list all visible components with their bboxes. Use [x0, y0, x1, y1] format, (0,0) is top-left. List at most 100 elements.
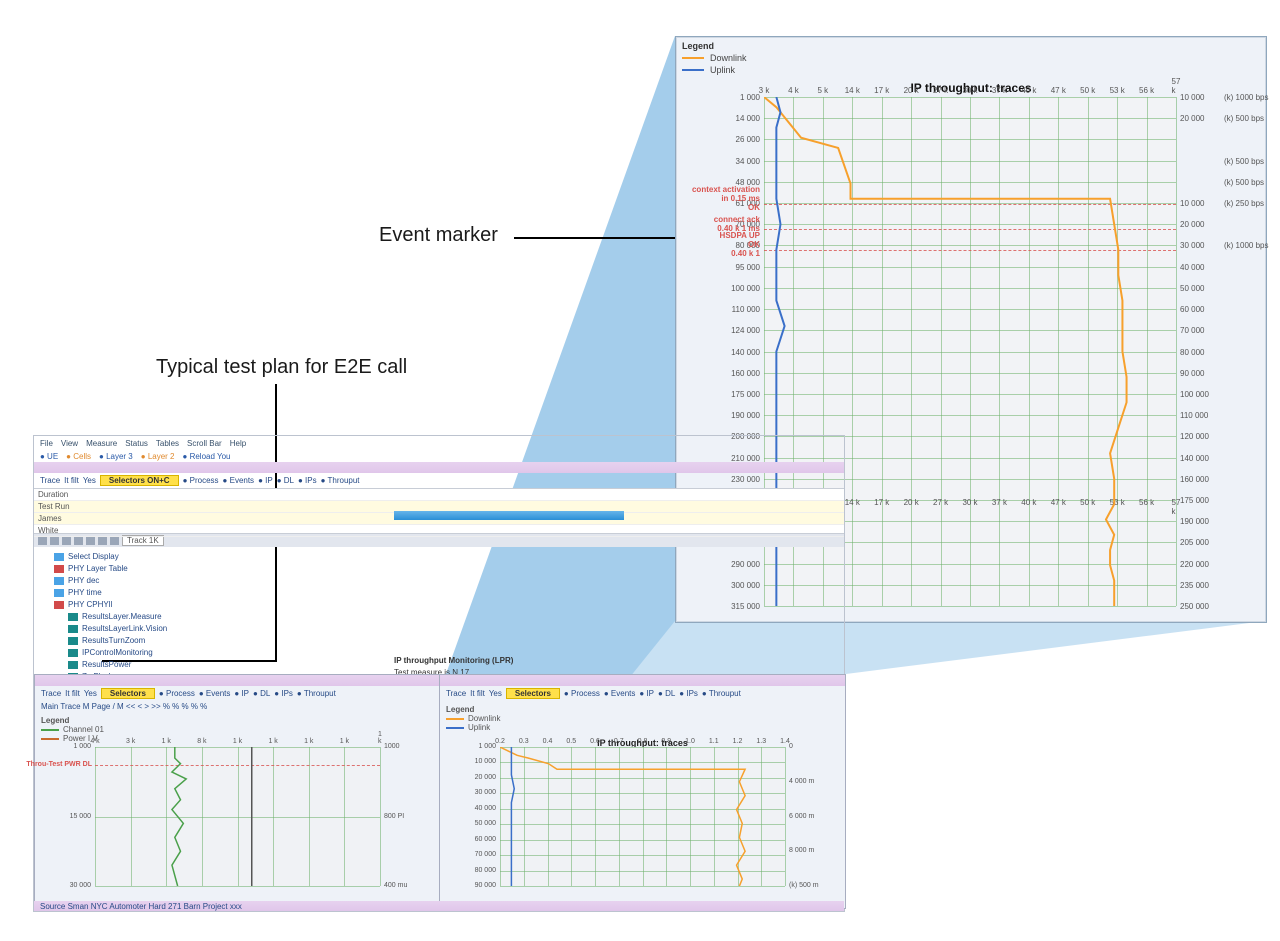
tree-item[interactable]: ResultsTurnZoom — [68, 635, 838, 647]
tree-item[interactable]: PHY Layer Table — [54, 563, 838, 575]
toolbar-label[interactable]: ● Layer 3 — [99, 452, 133, 461]
tree-item[interactable]: ResultsLayer.Measure — [68, 611, 838, 623]
filter-chip[interactable]: ● Process — [159, 689, 195, 698]
filter-label: Yes — [84, 689, 97, 698]
filter-chip[interactable]: ● IP — [639, 689, 654, 698]
tool-icon[interactable] — [62, 536, 71, 545]
axis-unit-label: (k) 1000 bps — [1224, 241, 1268, 250]
filter-bar[interactable]: TraceIt filtYesSelectors ON+C● Process● … — [34, 473, 844, 488]
tree-item[interactable]: Select Display — [54, 551, 838, 563]
tree-item[interactable]: PHY time — [54, 587, 838, 599]
x-tick-top: 5 k — [818, 86, 829, 95]
y-tick-right: 90 000 — [1176, 369, 1264, 378]
menu-item[interactable]: Help — [230, 439, 246, 448]
tree-item[interactable]: ResultsLayerLink.Vision — [68, 623, 838, 635]
y-tick-left: 190 000 — [676, 411, 764, 420]
toolbar-label[interactable]: ● Cells — [66, 452, 91, 461]
filter-chip[interactable]: ● Throuput — [297, 689, 336, 698]
gantt-bar[interactable] — [394, 511, 624, 520]
legend-title: Legend — [682, 41, 714, 51]
y-tick-right: 50 000 — [1176, 284, 1264, 293]
menubar[interactable]: File View Measure Status Tables Scroll Bar Hel… — [34, 436, 844, 451]
filter-chip[interactable]: ● Events — [199, 689, 231, 698]
mini-plot-area[interactable]: 1 00015 00030 0001000800 PI400 mu4 k3 k1… — [95, 747, 380, 886]
x-tick-top: 4 k — [788, 86, 799, 95]
filter-label: Yes — [489, 689, 502, 698]
y-tick-right: 70 000 — [1176, 326, 1264, 335]
legend-row-uplink: Uplink — [682, 65, 747, 75]
menu-item[interactable]: View — [61, 439, 78, 448]
filter-label: It filt — [470, 689, 485, 698]
toolbar-label[interactable]: ● Layer 2 — [141, 452, 175, 461]
legend: Legend Downlink Uplink — [682, 41, 747, 75]
mini-legend: Legend Downlink Uplink — [440, 701, 845, 736]
filter-chip[interactable]: ● DL — [277, 476, 294, 485]
filter-label: It filt — [65, 689, 80, 698]
toolbar-label[interactable]: ● Reload You — [183, 452, 231, 461]
menu-item[interactable]: Scroll Bar — [187, 439, 222, 448]
divider-purple — [34, 462, 844, 473]
axis-unit-label: (k) 1000 bps — [1224, 93, 1268, 102]
tool-icon[interactable] — [50, 536, 59, 545]
y-tick-right: 20 000 — [1176, 220, 1264, 229]
selectors-button[interactable]: Selectors ON+C — [100, 475, 179, 486]
y-tick-right: 235 000 — [1176, 581, 1264, 590]
legend-title: Legend — [41, 716, 69, 725]
y-tick-right: 40 000 — [1176, 263, 1264, 272]
filter-chip[interactable]: ● Throuput — [321, 476, 360, 485]
legend-label-uplink: Uplink — [710, 65, 735, 75]
y-tick-left: 34 000 — [676, 157, 764, 166]
tool-icon[interactable] — [110, 536, 119, 545]
y-tick-left: 1 000 — [676, 93, 764, 102]
selectors-button[interactable]: Selectors — [506, 688, 560, 699]
tool-icon[interactable] — [98, 536, 107, 545]
gantt-timeline[interactable]: Duration Test Run James White — [34, 488, 844, 534]
y-tick-right: 140 000 — [1176, 454, 1264, 463]
filter-chip[interactable]: ● Events — [223, 476, 255, 485]
mini-filter-bar[interactable]: TraceIt filtYesSelectors● Process● Event… — [35, 686, 440, 701]
filter-chip[interactable]: ● IP — [234, 689, 249, 698]
filter-chip[interactable]: ● IPs — [274, 689, 293, 698]
view-toolbar[interactable]: ● UE ● Cells ● Layer 3 ● Layer 2 ● Reload Yo… — [34, 451, 844, 462]
y-tick-left: 140 000 — [676, 348, 764, 357]
tool-icon[interactable] — [74, 536, 83, 545]
legend-label: Uplink — [468, 723, 490, 732]
toolbar-label[interactable]: ● UE — [40, 452, 58, 461]
x-tick-top: 14 k — [845, 86, 860, 95]
legend-label-downlink: Downlink — [710, 53, 747, 63]
filter-label: Trace — [40, 476, 60, 485]
tool-icon[interactable] — [86, 536, 95, 545]
filter-chip[interactable]: ● DL — [253, 689, 270, 698]
filter-chip[interactable]: ● IPs — [298, 476, 317, 485]
x-tick-top: 56 k — [1139, 86, 1154, 95]
y-tick-right: 160 000 — [1176, 475, 1264, 484]
filter-chip[interactable]: ● IPs — [679, 689, 698, 698]
legend-title: Legend — [446, 705, 474, 714]
filter-chip[interactable]: ● DL — [658, 689, 675, 698]
filter-chip[interactable]: ● Process — [183, 476, 219, 485]
menu-item[interactable]: Measure — [86, 439, 117, 448]
x-tick-top: 3 k — [759, 86, 770, 95]
tree-group[interactable]: PHY CPHYll — [54, 599, 838, 611]
tree-item[interactable]: PHY dec — [54, 575, 838, 587]
mini-controls[interactable]: Main Trace M Page / M << < > >> % % % % … — [35, 701, 440, 712]
legend-label: Downlink — [468, 714, 500, 723]
filter-chip[interactable]: ● Process — [564, 689, 600, 698]
tool-icon[interactable] — [38, 536, 47, 545]
y-tick-left: 14 000 — [676, 114, 764, 123]
menu-item[interactable]: Status — [125, 439, 148, 448]
menu-item[interactable]: Tables — [156, 439, 179, 448]
x-tick-top: 47 k — [1051, 86, 1066, 95]
y-tick-right: 60 000 — [1176, 305, 1264, 314]
selectors-button[interactable]: Selectors — [101, 688, 155, 699]
mini-plot-area[interactable]: 1 00010 00020 00030 00040 00050 00060 00… — [500, 747, 785, 886]
filter-chip[interactable]: ● IP — [258, 476, 273, 485]
y-tick-right: 80 000 — [1176, 348, 1264, 357]
filter-chip[interactable]: ● Throuput — [702, 689, 741, 698]
filter-chip[interactable]: ● Events — [604, 689, 636, 698]
annotation-event-marker-label: Event marker — [379, 224, 498, 247]
y-tick-left: 26 000 — [676, 135, 764, 144]
divider-purple — [440, 675, 845, 686]
mini-filter-bar[interactable]: TraceIt filtYesSelectors● Process● Event… — [440, 686, 845, 701]
menu-item[interactable]: File — [40, 439, 53, 448]
